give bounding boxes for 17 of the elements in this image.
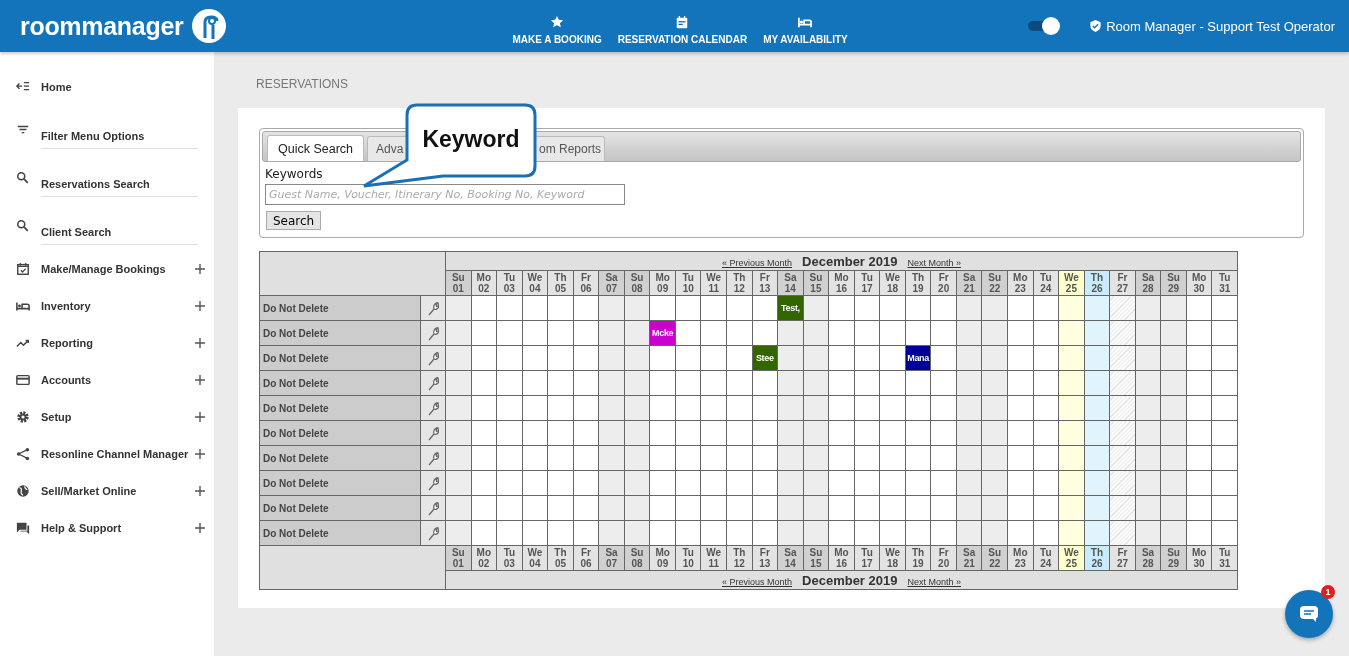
month-title: December 2019: [802, 254, 898, 269]
room-name: Do Not Delete: [259, 295, 421, 321]
room-name: Do Not Delete: [259, 445, 421, 471]
logo-wordmark: roommanager: [20, 11, 184, 41]
room-name: Do Not Delete: [259, 345, 421, 371]
user-name: Room Manager - Support Test Operator: [1106, 18, 1335, 34]
room-name: Do Not Delete: [259, 520, 421, 546]
room-name: Do Not Delete: [259, 495, 421, 521]
room-name: Do Not Delete: [259, 470, 421, 496]
page-title: RESERVATIONS: [256, 77, 349, 91]
room-name: Do Not Delete: [259, 370, 421, 396]
field-label: Keywords: [265, 167, 323, 181]
notification-badge: 1: [1321, 585, 1335, 599]
room-name: Do Not Delete: [259, 395, 421, 421]
room-name: Do Not Delete: [259, 420, 421, 446]
room-name: Do Not Delete: [259, 320, 421, 346]
month-title: December 2019: [802, 573, 898, 588]
